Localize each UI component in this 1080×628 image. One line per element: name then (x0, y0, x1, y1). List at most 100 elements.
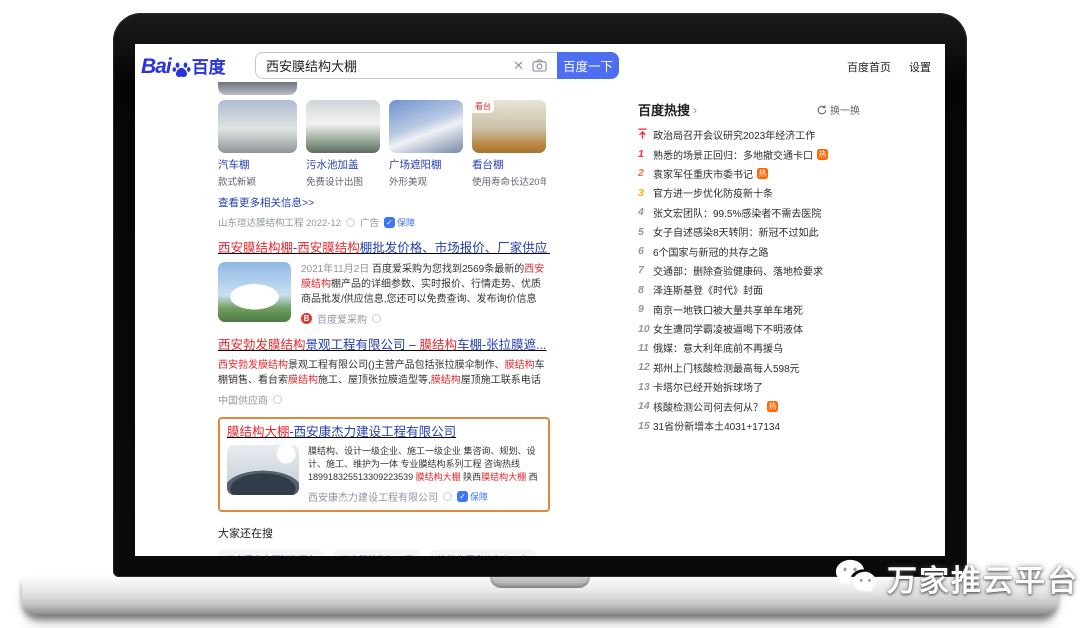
image-card[interactable]: 污水池加盖免费设计出图 (306, 100, 380, 188)
related-search-chip[interactable]: 西安膜结构加工厂 (333, 550, 421, 556)
text-segment: 景观工程有限公司()主营产品包括张拉膜伞制作、 (288, 360, 505, 371)
search-input[interactable] (266, 58, 505, 73)
related-search-chip[interactable]: 连栋大棚造价多少一亩 (430, 550, 536, 556)
result-source[interactable]: 西安康杰力建设工程有限公司 (308, 489, 438, 504)
search-button[interactable]: 百度一下 (557, 52, 619, 79)
result-source[interactable]: 百度爱采购 (317, 311, 367, 326)
highlighted-result-box: 膜结构大棚-西安康杰力建设工程有限公司 膜结构、设计一级企业、施工一级企业 集咨… (218, 417, 550, 512)
menu-dot-icon[interactable] (372, 314, 381, 323)
hot-search-item[interactable]: 12郑州上门核酸检测最高每人598元 (638, 358, 860, 377)
hot-rank-number: 10 (638, 323, 653, 335)
baidu-logo[interactable]: Bai 百度 (141, 53, 226, 79)
text-segment: 西安勃发 (218, 360, 258, 371)
nav-baidu-home[interactable]: 百度首页 (847, 59, 891, 75)
text-segment: 膜结构 (505, 360, 535, 371)
watermark: 万家推云平台 (833, 556, 1079, 600)
watermark-text: 万家推云平台 (887, 556, 1079, 600)
hot-rank-number: 3 (638, 187, 653, 199)
ad-source-text[interactable]: 山东瑄达膜结构工程 2022-12 (218, 215, 341, 229)
image-card[interactable]: 看台看台棚使用寿命长达20年 (472, 100, 546, 188)
hot-search-text: 俄媒：意大利年底前不再援乌 (653, 340, 783, 355)
text-segment: 棚批发价格、市场报价、厂家供应 ... (360, 241, 550, 255)
hot-search-item[interactable]: 1熟悉的场景正回归：多地撤交通卡口热 (638, 144, 860, 163)
text-segment: 施工、屋顶张拉膜造型等, (318, 375, 431, 386)
card-thumbnail[interactable] (218, 100, 297, 153)
related-search-chip[interactable]: 西安温室大棚制作厂家 (218, 550, 324, 556)
result-thumbnail[interactable] (227, 445, 299, 495)
hot-search-text: 6个国家与新冠的共存之路 (653, 244, 769, 259)
text-segment: 膜结构大棚 (481, 472, 526, 482)
text-segment: 景观工程有限公司 – (306, 338, 420, 352)
search-bar: ✕ 百度一下 (255, 52, 619, 79)
hot-search-text: 女子自述感染8天转阴：新冠不过如此 (653, 224, 819, 239)
more-related-link[interactable]: 查看更多相关信息>> (218, 195, 550, 210)
hot-search-text: 政治局召开会议研究2023年经济工作 (653, 127, 815, 142)
hot-search-item[interactable]: 1531省份新增本土4031+17134 (638, 416, 860, 435)
result-title-link[interactable]: 膜结构大棚-西安康杰力建设工程有限公司 (227, 424, 541, 441)
chevron-right-icon: › (693, 103, 697, 117)
laptop-lid-notch (490, 577, 590, 588)
laptop-bezel: Bai 百度 (113, 13, 967, 577)
text-segment: 膜结构 (431, 375, 461, 386)
hot-search-text: 核酸检测公司何去何从？ (653, 399, 763, 414)
result-title-link[interactable]: 西安膜结构棚-西安膜结构棚批发价格、市场报价、厂家供应 ... (218, 240, 550, 257)
card-thumbnail[interactable]: 看台 (472, 100, 546, 153)
result-title-link[interactable]: 西安勃发膜结构景观工程有限公司 – 膜结构车棚-张拉膜遮... (218, 337, 550, 354)
image-card-row: 汽车棚款式新颖污水池加盖免费设计出图广场遮阳棚外形美观看台看台棚使用寿命长达20… (218, 100, 550, 188)
hot-search-item[interactable]: 7交通部：删除查验健康码、落地检要求 (638, 261, 860, 280)
text-segment: 陕西 (461, 472, 482, 482)
menu-dot-icon[interactable] (273, 395, 282, 404)
guarantee-badge-label: 保障 (397, 216, 415, 229)
text-segment: 西安膜结构棚 (218, 241, 293, 255)
hot-search-list: 政治局召开会议研究2023年经济工作 1熟悉的场景正回归：多地撤交通卡口热2袁家军… (638, 125, 860, 435)
card-title-link[interactable]: 看台棚 (472, 157, 546, 172)
ad-tag: 广告 (360, 215, 379, 229)
hot-search-item[interactable]: 11俄媒：意大利年底前不再援乌 (638, 338, 860, 357)
hot-rank-number: 12 (638, 361, 653, 373)
scrolled-thumbnail-fragment (218, 82, 297, 95)
hot-search-text: 南京一地铁口被大量共享单车堵死 (653, 302, 803, 317)
result-source[interactable]: 中国供应商 (218, 392, 268, 407)
clear-search-icon[interactable]: ✕ (513, 58, 524, 74)
hot-search-item[interactable]: 5女子自述感染8天转阴：新冠不过如此 (638, 222, 860, 241)
card-description: 外形美观 (389, 174, 463, 188)
wechat-icon (833, 557, 879, 599)
hot-search-item[interactable]: 14核酸检测公司何去何从？热 (638, 396, 860, 415)
search-box[interactable]: ✕ (255, 52, 557, 79)
hot-rank-number: 1 (638, 148, 653, 160)
text-segment: 膜结构 (419, 338, 457, 352)
card-title-link[interactable]: 广场遮阳棚 (389, 157, 463, 172)
related-chip-list: 西安温室大棚制作厂家西安膜结构加工厂连栋大棚造价多少一亩膜结构大棚最大跨度西安中… (218, 550, 558, 556)
hot-search-item[interactable]: 13卡塔尔已经开始拆球场了 (638, 377, 860, 396)
hot-search-item[interactable]: 66个国家与新冠的共存之路 (638, 241, 860, 260)
menu-dot-icon[interactable] (443, 492, 452, 501)
result-thumbnail[interactable] (218, 262, 291, 322)
result-source-line: B 百度爱采购 (301, 311, 550, 326)
hot-search-title[interactable]: 百度热搜 (638, 100, 690, 119)
refresh-button[interactable]: 换一换 (817, 102, 860, 117)
hot-badge: 热 (757, 168, 768, 179)
text-segment: 2021年11月2日 (301, 264, 372, 275)
hot-search-text: 郑州上门核酸检测最高每人598元 (653, 360, 800, 375)
hot-search-item[interactable]: 3官方进一步优化防疫新十条 (638, 183, 860, 202)
top-nav: 百度首页 设置 (847, 59, 931, 75)
baidu-b2b-icon: B (301, 313, 312, 324)
camera-search-icon[interactable] (532, 59, 547, 72)
nav-settings[interactable]: 设置 (909, 59, 931, 75)
hot-search-item[interactable]: 4张文宏团队：99.5%感染者不需去医院 (638, 203, 860, 222)
card-title-link[interactable]: 污水池加盖 (306, 157, 380, 172)
result-description: 2021年11月2日 百度爱采购为您找到2569条最新的西安膜结构棚产品的详细参… (301, 262, 550, 307)
menu-dot-icon[interactable] (346, 218, 355, 227)
image-card[interactable]: 汽车棚款式新颖 (218, 100, 297, 188)
card-title-link[interactable]: 汽车棚 (218, 157, 297, 172)
image-card[interactable]: 广场遮阳棚外形美观 (389, 100, 463, 188)
hot-search-item[interactable]: 10女生遭同学霸凌被逼喝下不明液体 (638, 319, 860, 338)
card-thumbnail[interactable] (389, 100, 463, 153)
card-thumbnail[interactable] (306, 100, 380, 153)
hot-search-item[interactable]: 2袁家军任重庆市委书记热 (638, 164, 860, 183)
results-column: 汽车棚款式新颖污水池加盖免费设计出图广场遮阳棚外形美观看台看台棚使用寿命长达20… (218, 82, 550, 556)
hot-search-item[interactable]: 政治局召开会议研究2023年经济工作 (638, 125, 860, 144)
card-description: 款式新颖 (218, 174, 297, 188)
hot-search-item[interactable]: 9南京一地铁口被大量共享单车堵死 (638, 300, 860, 319)
hot-search-item[interactable]: 8泽连斯基登《时代》封面 (638, 280, 860, 299)
